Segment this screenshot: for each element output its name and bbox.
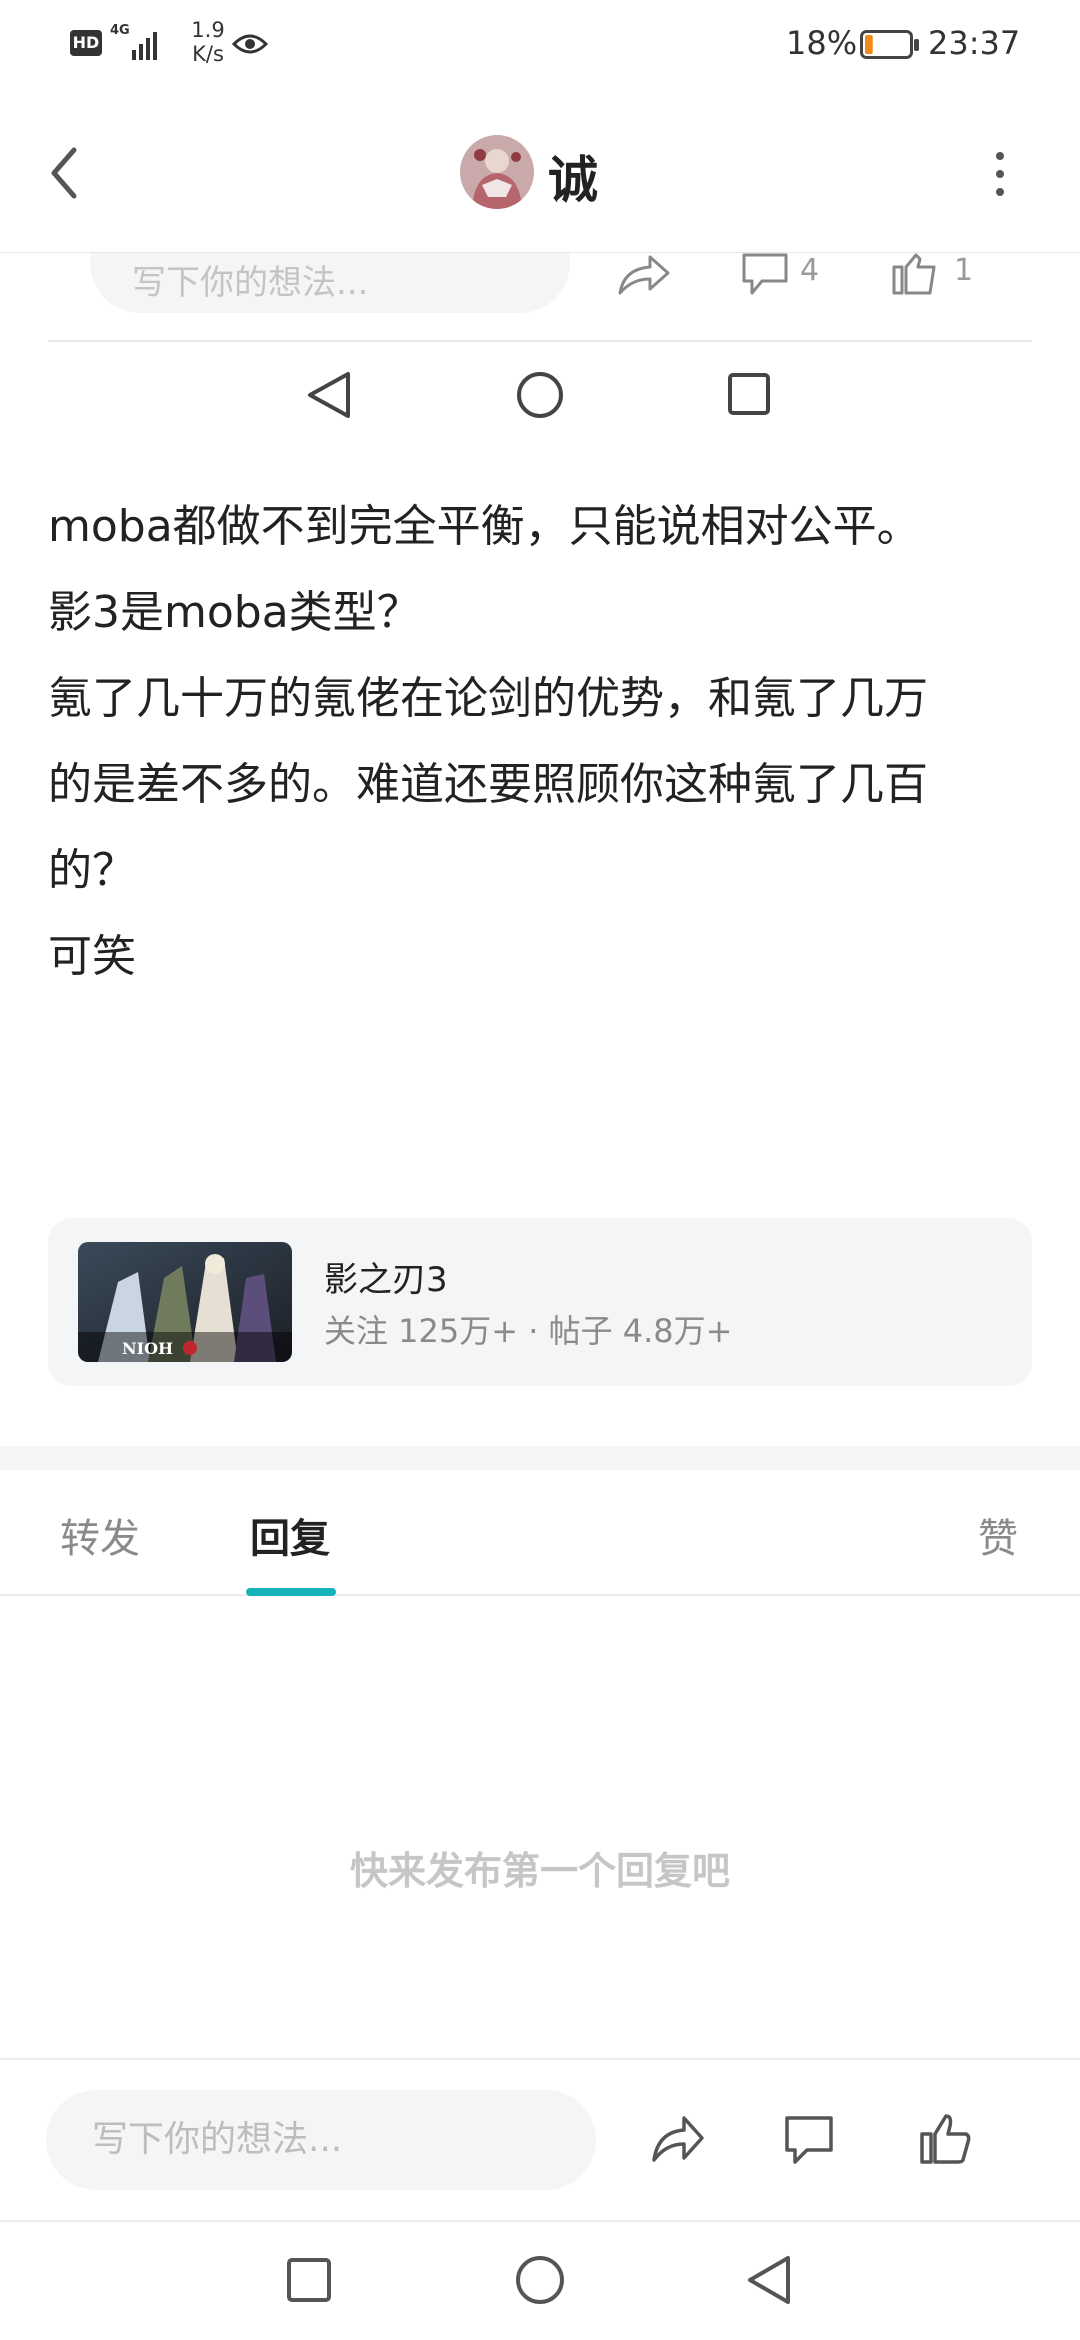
system-navigation-bar (287, 2256, 790, 2304)
avatar[interactable] (460, 135, 534, 209)
share-icon[interactable] (616, 253, 672, 297)
previous-post-action-bar: 写下你的想法... 4 1 (0, 253, 1080, 341)
comment-icon[interactable] (740, 253, 790, 297)
game-card[interactable]: NIOH 影之刃3 关注 125万+ · 帖子 4.8万+ (48, 1218, 1032, 1386)
page-title: 诚 (548, 151, 598, 209)
game-thumbnail: NIOH (78, 1242, 292, 1362)
share-button[interactable] (650, 2112, 706, 2168)
network-speed: 1.9 K/s (178, 18, 238, 66)
hd-badge: HD (70, 30, 102, 56)
post-line: 的是差不多的。难道还要照顾你这种氪了几百 (48, 759, 928, 810)
recents-square-icon (728, 373, 770, 415)
recents-button-icon[interactable] (287, 2258, 331, 2302)
speed-value: 1.9 (191, 18, 225, 42)
network-indicator: 4G (110, 24, 130, 38)
thumbs-up-icon[interactable] (890, 253, 940, 297)
previous-comment-input[interactable]: 写下你的想法... (90, 253, 570, 313)
status-bar: HD 4G 1.9 K/s 18% 23:37 (0, 0, 1080, 90)
embedded-navigation-row (308, 372, 770, 418)
post-line: 的？ (48, 845, 136, 896)
tab-like[interactable]: 赞 (978, 1506, 1018, 1564)
home-button-icon[interactable] (516, 2256, 564, 2304)
battery-icon (860, 30, 919, 59)
thumbnail-logo-text: NIOH (122, 1339, 173, 1358)
battery-level (865, 35, 873, 54)
post-line: moba都做不到完全平衡，只能说相对公平。 (48, 501, 921, 552)
battery-percent: 18% (786, 24, 858, 62)
back-button-icon[interactable] (748, 2256, 790, 2304)
top-app-bar: 诚 (0, 100, 1080, 253)
reply-input[interactable]: 写下你的想法... (46, 2090, 596, 2190)
section-divider (0, 1446, 1080, 1470)
empty-state-message: 快来发布第一个回复吧 (349, 1849, 730, 1893)
signal-icon (132, 32, 157, 60)
tab-reply[interactable]: 回复 (250, 1506, 330, 1564)
more-options-button[interactable] (982, 144, 1018, 204)
post-content: moba都做不到完全平衡，只能说相对公平。 影3是moba类型？ 氪了几十万的氪… (48, 484, 1038, 1000)
post-line: 氪了几十万的氪佬在论剑的优势，和氪了几万 (48, 673, 928, 724)
eye-icon (232, 34, 268, 54)
back-button[interactable] (40, 138, 90, 208)
tab-forward[interactable]: 转发 (60, 1506, 140, 1564)
active-tab-indicator (246, 1588, 336, 1596)
network-type: 4G (110, 23, 130, 38)
tab-bar: 转发 回复 赞 (0, 1470, 1080, 1596)
like-count: 1 (954, 253, 974, 288)
game-name: 影之刃3 (324, 1260, 448, 1300)
game-stats: 关注 125万+ · 帖子 4.8万+ (324, 1312, 733, 1350)
divider (48, 340, 1032, 342)
speed-unit: K/s (192, 42, 224, 66)
comment-button[interactable] (783, 2112, 835, 2168)
home-circle-icon (517, 372, 563, 418)
bottom-action-bar: 写下你的想法... (0, 2058, 1080, 2222)
clock: 23:37 (928, 24, 1021, 62)
post-line: 可笑 (48, 931, 136, 982)
post-line: 影3是moba类型？ (48, 587, 421, 638)
back-triangle-icon (308, 372, 350, 418)
like-button[interactable] (918, 2110, 972, 2168)
comment-count: 4 (800, 253, 820, 288)
